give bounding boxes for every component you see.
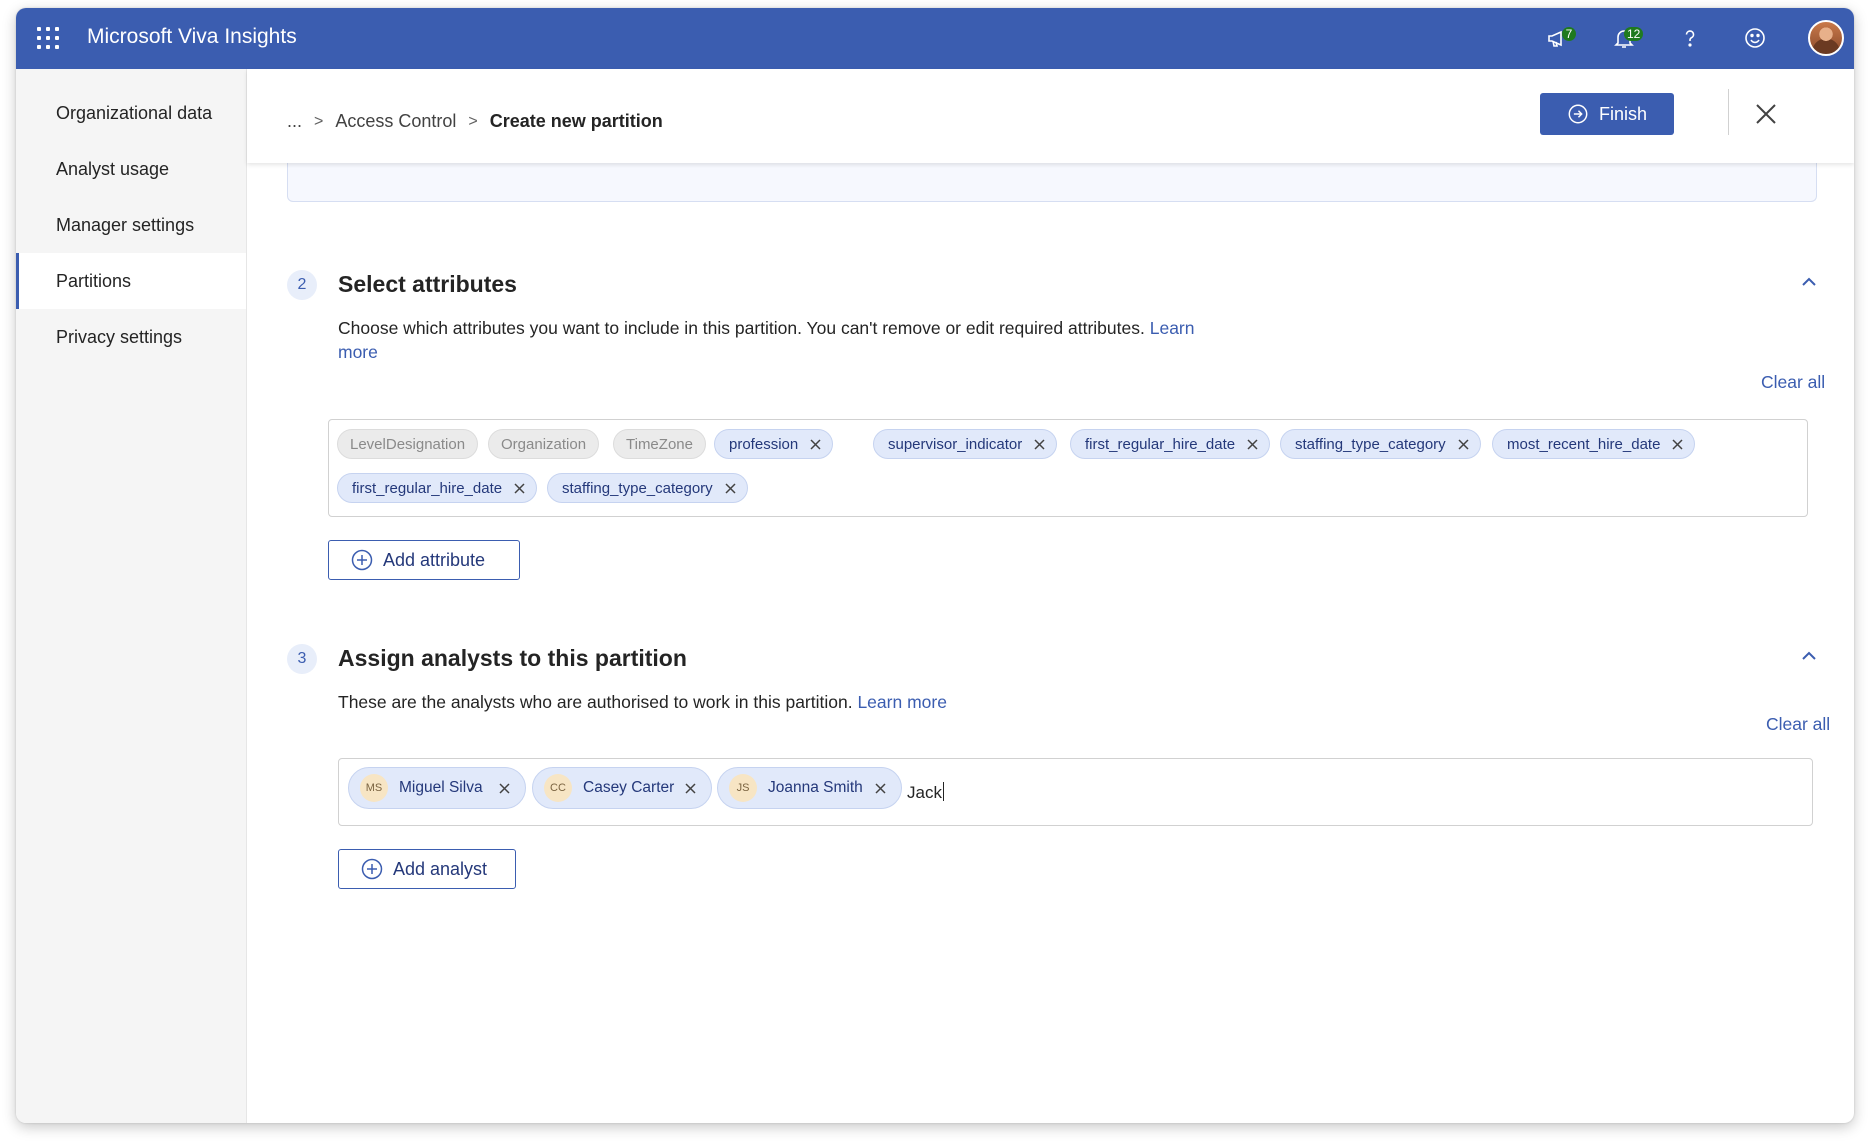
add-circle-icon <box>351 549 373 571</box>
remove-icon[interactable] <box>1457 438 1470 451</box>
close-icon[interactable] <box>1752 100 1780 128</box>
remove-icon[interactable] <box>513 482 526 495</box>
chevron-up-icon[interactable] <box>1798 271 1820 293</box>
sidebar-item-manager-settings[interactable]: Manager settings <box>16 197 246 253</box>
top-bar: Microsoft Viva Insights 7 12 <box>16 8 1854 69</box>
help-icon[interactable] <box>1674 22 1706 54</box>
remove-icon[interactable] <box>1671 438 1684 451</box>
sidebar-item-partitions[interactable]: Partitions <box>16 253 246 309</box>
attribute-tag[interactable]: staffing_type_category <box>547 473 748 503</box>
step-number: 3 <box>287 644 317 674</box>
smiley-icon[interactable] <box>1739 22 1771 54</box>
add-attribute-button[interactable]: Add attribute <box>328 540 520 580</box>
analyst-tag[interactable]: CC Casey Carter <box>532 767 712 809</box>
app-title: Microsoft Viva Insights <box>87 25 297 48</box>
attribute-tag-label: staffing_type_category <box>562 480 713 497</box>
required-attribute-tag: TimeZone <box>613 429 706 459</box>
notifications-badge: 12 <box>1624 27 1644 41</box>
attribute-tag[interactable]: first_regular_hire_date <box>337 473 538 503</box>
attribute-tag[interactable]: staffing_type_category <box>1280 429 1481 459</box>
attribute-tag-label: first_regular_hire_date <box>1085 436 1236 453</box>
attribute-tag-label: profession <box>729 436 799 453</box>
add-analyst-label: Add analyst <box>393 858 488 879</box>
required-attribute-tag: Organization <box>488 429 600 459</box>
breadcrumb-separator: > <box>314 112 324 130</box>
remove-icon[interactable] <box>724 482 737 495</box>
breadcrumb-access-control[interactable]: Access Control <box>335 111 456 132</box>
chevron-up-icon[interactable] <box>1798 645 1820 667</box>
sidebar-item-privacy-settings[interactable]: Privacy settings <box>16 309 246 365</box>
section-title-analysts: Assign analysts to this partition <box>338 645 687 671</box>
attribute-tag-label: first_regular_hire_date <box>352 480 503 497</box>
analyst-search-text[interactable]: Jack <box>907 782 944 803</box>
bell-icon[interactable]: 12 <box>1608 22 1644 54</box>
remove-icon[interactable] <box>809 438 822 451</box>
add-attribute-label: Add attribute <box>383 549 486 570</box>
step-number: 2 <box>287 270 317 300</box>
app-launcher-icon[interactable] <box>36 26 60 50</box>
required-attribute-tag: LevelDesignation <box>337 429 479 459</box>
analyst-avatar: JS <box>729 774 757 802</box>
sidebar-item-organizational-data[interactable]: Organizational data <box>16 85 246 141</box>
analyst-name: Casey Carter <box>583 779 675 796</box>
analysts-picker-input[interactable]: MS Miguel Silva CC Casey Carter JS Joann… <box>338 758 1813 826</box>
clear-all-attributes-button[interactable]: Clear all <box>1761 372 1825 393</box>
analyst-tag[interactable]: JS Joanna Smith <box>717 767 902 809</box>
attribute-tag-label: most_recent_hire_date <box>1507 436 1661 453</box>
announcements-badge: 7 <box>1562 27 1576 41</box>
header-divider <box>1728 89 1729 135</box>
add-circle-icon <box>361 858 383 880</box>
megaphone-icon[interactable]: 7 <box>1542 22 1576 54</box>
attribute-tag-label: staffing_type_category <box>1295 436 1446 453</box>
typed-value: Jack <box>907 783 942 802</box>
attribute-tag[interactable]: first_regular_hire_date <box>1070 429 1271 459</box>
breadcrumb-current: Create new partition <box>489 111 663 131</box>
analyst-name: Miguel Silva <box>399 779 483 796</box>
learn-more-link[interactable]: Learn <box>1150 318 1195 338</box>
sidebar: Organizational data Analyst usage Manage… <box>16 69 247 1123</box>
attribute-tag[interactable]: profession <box>714 429 834 459</box>
learn-more-link[interactable]: more <box>338 342 378 362</box>
attributes-tag-box[interactable]: LevelDesignation Organization TimeZone p… <box>328 419 1808 517</box>
arrow-circle-right-icon <box>1568 104 1588 124</box>
section-title-attributes: Select attributes <box>338 271 517 297</box>
remove-icon[interactable] <box>874 782 887 795</box>
finish-button[interactable]: Finish <box>1540 93 1674 135</box>
attribute-tag-label: supervisor_indicator <box>888 436 1023 453</box>
remove-icon[interactable] <box>498 782 511 795</box>
analyst-name: Joanna Smith <box>768 779 863 796</box>
analyst-tag[interactable]: MS Miguel Silva <box>348 767 526 809</box>
add-analyst-button[interactable]: Add analyst <box>338 849 516 889</box>
remove-icon[interactable] <box>1246 438 1259 451</box>
analysts-description-text: These are the analysts who are authorise… <box>338 692 853 712</box>
attributes-description-text: Choose which attributes you want to incl… <box>338 318 1145 338</box>
analyst-avatar: CC <box>544 774 572 802</box>
breadcrumb-separator: > <box>468 112 478 130</box>
analysts-description: These are the analysts who are authorise… <box>338 690 1238 714</box>
remove-icon[interactable] <box>1033 438 1046 451</box>
page-header: ... > Access Control > Create new partit… <box>247 69 1854 163</box>
attributes-description: Choose which attributes you want to incl… <box>338 316 1238 364</box>
main-content: 2 Select attributes Choose which attribu… <box>247 133 1854 1123</box>
attribute-tag[interactable]: most_recent_hire_date <box>1492 429 1696 459</box>
analyst-avatar: MS <box>360 774 388 802</box>
finish-label: Finish <box>1598 103 1647 124</box>
learn-more-link[interactable]: Learn more <box>857 692 947 712</box>
breadcrumb-ellipsis[interactable]: ... <box>287 111 302 132</box>
text-caret <box>942 782 944 801</box>
clear-all-analysts-button[interactable]: Clear all <box>1766 714 1830 735</box>
remove-icon[interactable] <box>684 782 697 795</box>
breadcrumb: ... > Access Control > Create new partit… <box>287 111 663 132</box>
sidebar-item-analyst-usage[interactable]: Analyst usage <box>16 141 246 197</box>
attribute-tag[interactable]: supervisor_indicator <box>873 429 1058 459</box>
app-window: Microsoft Viva Insights 7 12 Organizatio… <box>16 8 1854 1123</box>
user-avatar[interactable] <box>1808 20 1844 56</box>
